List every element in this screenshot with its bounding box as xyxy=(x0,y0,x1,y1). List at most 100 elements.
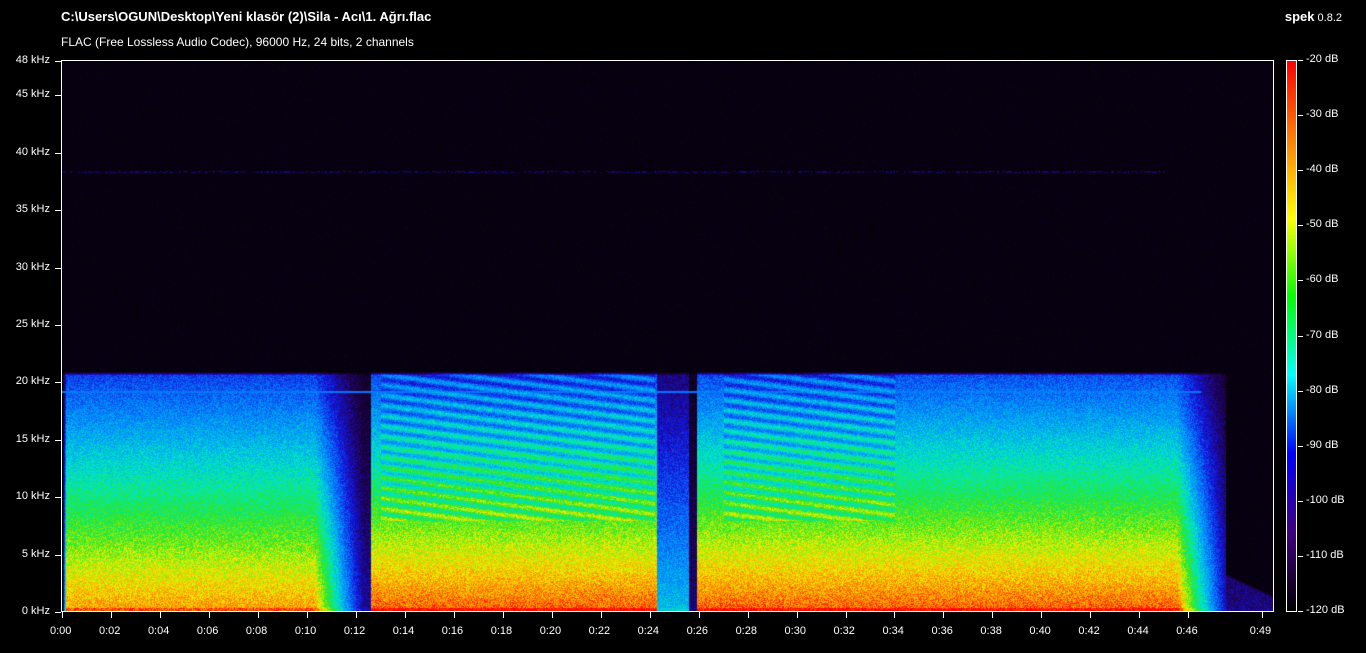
db-tick-mark xyxy=(1298,391,1303,392)
time-tick-label: 0:06 xyxy=(196,625,219,637)
db-tick-mark xyxy=(1298,446,1303,447)
app-version: 0.8.2 xyxy=(1317,12,1342,24)
time-tick-mark xyxy=(111,612,112,618)
time-tick-label: 0:04 xyxy=(147,625,170,637)
time-tick-mark xyxy=(894,612,895,618)
frequency-tick-label: 40 kHz xyxy=(15,145,50,158)
frequency-tick-label: 45 kHz xyxy=(15,88,50,101)
frequency-tick-mark xyxy=(55,612,61,613)
frequency-tick-label: 10 kHz xyxy=(15,490,50,503)
time-tick-label: 0:38 xyxy=(980,625,1002,637)
time-tick-label: 0:28 xyxy=(735,625,757,637)
time-tick-mark xyxy=(1262,612,1263,618)
time-tick-label: 0:16 xyxy=(441,625,464,637)
db-tick-label: -120 dB xyxy=(1306,604,1345,616)
frequency-tick-mark xyxy=(55,440,61,441)
time-tick-mark xyxy=(846,612,847,618)
time-tick-label: 0:10 xyxy=(294,625,317,637)
time-tick-label: 0:08 xyxy=(245,625,268,637)
db-tick-label: -30 dB xyxy=(1306,108,1339,121)
db-tick-mark xyxy=(1298,501,1303,502)
time-tick-mark xyxy=(797,612,798,618)
frequency-tick-label: 20 kHz xyxy=(15,375,50,388)
frequency-tick-mark xyxy=(55,95,61,96)
db-tick-label: -110 dB xyxy=(1306,548,1344,561)
db-tick-mark xyxy=(1298,170,1303,171)
time-tick-mark xyxy=(1139,612,1140,618)
app-brand: spek 0.8.2 xyxy=(1285,9,1342,24)
db-tick-mark xyxy=(1298,336,1303,337)
db-tick-mark xyxy=(1298,225,1303,226)
time-tick-label: 0:44 xyxy=(1127,625,1149,637)
time-tick-label: 0:26 xyxy=(686,625,709,637)
time-tick-mark xyxy=(62,612,63,618)
time-tick-mark xyxy=(552,612,553,618)
time-tick-mark xyxy=(454,612,455,618)
time-tick-label: 0:12 xyxy=(343,625,366,637)
time-tick-mark xyxy=(1041,612,1042,618)
time-tick-label: 0:14 xyxy=(392,625,415,637)
frequency-tick-label: 5 kHz xyxy=(21,547,50,560)
frequency-tick-mark xyxy=(55,325,61,326)
frequency-tick-mark xyxy=(55,497,61,498)
db-tick-mark xyxy=(1298,115,1303,116)
time-tick-mark xyxy=(160,612,161,618)
db-tick-mark xyxy=(1298,60,1303,61)
frequency-tick-label: 30 kHz xyxy=(15,260,50,273)
db-tick-mark xyxy=(1298,611,1303,612)
frequency-tick-mark xyxy=(55,268,61,269)
db-tick-label: -90 dB xyxy=(1306,438,1339,451)
db-color-scale xyxy=(1286,60,1297,612)
file-path-title: C:\Users\OGUN\Desktop\Yeni klasör (2)\Si… xyxy=(61,9,432,24)
db-tick-label: -100 dB xyxy=(1306,493,1345,506)
db-tick-label: -70 dB xyxy=(1306,328,1339,341)
frequency-tick-label: 0 kHz xyxy=(21,605,50,617)
time-tick-mark xyxy=(258,612,259,618)
time-tick-mark xyxy=(405,612,406,618)
time-tick-label: 0:42 xyxy=(1078,625,1100,637)
time-tick-label: 0:40 xyxy=(1029,625,1051,637)
time-tick-mark xyxy=(699,612,700,618)
time-tick-label: 0:18 xyxy=(490,625,513,637)
time-tick-mark xyxy=(650,612,651,618)
time-tick-mark xyxy=(1188,612,1189,618)
db-tick-mark xyxy=(1298,280,1303,281)
time-tick-label: 0:20 xyxy=(539,625,562,637)
frequency-tick-mark xyxy=(55,153,61,154)
app-name: spek xyxy=(1284,9,1315,24)
time-tick-mark xyxy=(307,612,308,618)
time-tick-label: 0:02 xyxy=(98,625,121,637)
time-tick-label: 0:32 xyxy=(833,625,855,637)
time-tick-mark xyxy=(601,612,602,618)
db-tick-label: -50 dB xyxy=(1306,218,1339,231)
frequency-tick-mark xyxy=(55,382,61,383)
time-tick-label: 0:46 xyxy=(1176,625,1198,637)
time-tick-mark xyxy=(748,612,749,618)
frequency-tick-label: 48 kHz xyxy=(15,54,50,66)
time-tick-mark xyxy=(943,612,944,618)
frequency-tick-label: 15 kHz xyxy=(15,432,50,445)
time-tick-label: 0:49 xyxy=(1249,625,1272,637)
time-tick-label: 0:24 xyxy=(637,625,660,637)
time-tick-label: 0:00 xyxy=(50,625,72,637)
time-tick-mark xyxy=(503,612,504,618)
spectrogram-plot[interactable] xyxy=(62,61,1274,612)
db-tick-label: -80 dB xyxy=(1306,383,1339,396)
frequency-tick-label: 35 kHz xyxy=(15,203,50,216)
time-tick-mark xyxy=(356,612,357,618)
db-tick-label: -20 dB xyxy=(1306,53,1339,65)
time-tick-label: 0:36 xyxy=(931,625,953,637)
db-tick-label: -60 dB xyxy=(1306,273,1339,286)
time-tick-label: 0:34 xyxy=(882,625,904,637)
db-tick-mark xyxy=(1298,556,1303,557)
time-tick-mark xyxy=(992,612,993,618)
time-tick-label: 0:30 xyxy=(784,625,806,637)
time-tick-label: 0:22 xyxy=(588,625,611,637)
time-tick-mark xyxy=(209,612,210,618)
audio-format-info: FLAC (Free Lossless Audio Codec), 96000 … xyxy=(61,35,414,49)
frequency-tick-label: 25 kHz xyxy=(15,318,50,331)
frequency-tick-mark xyxy=(55,555,61,556)
db-tick-label: -40 dB xyxy=(1306,163,1339,176)
time-tick-mark xyxy=(1090,612,1091,618)
frequency-tick-mark xyxy=(55,210,61,211)
